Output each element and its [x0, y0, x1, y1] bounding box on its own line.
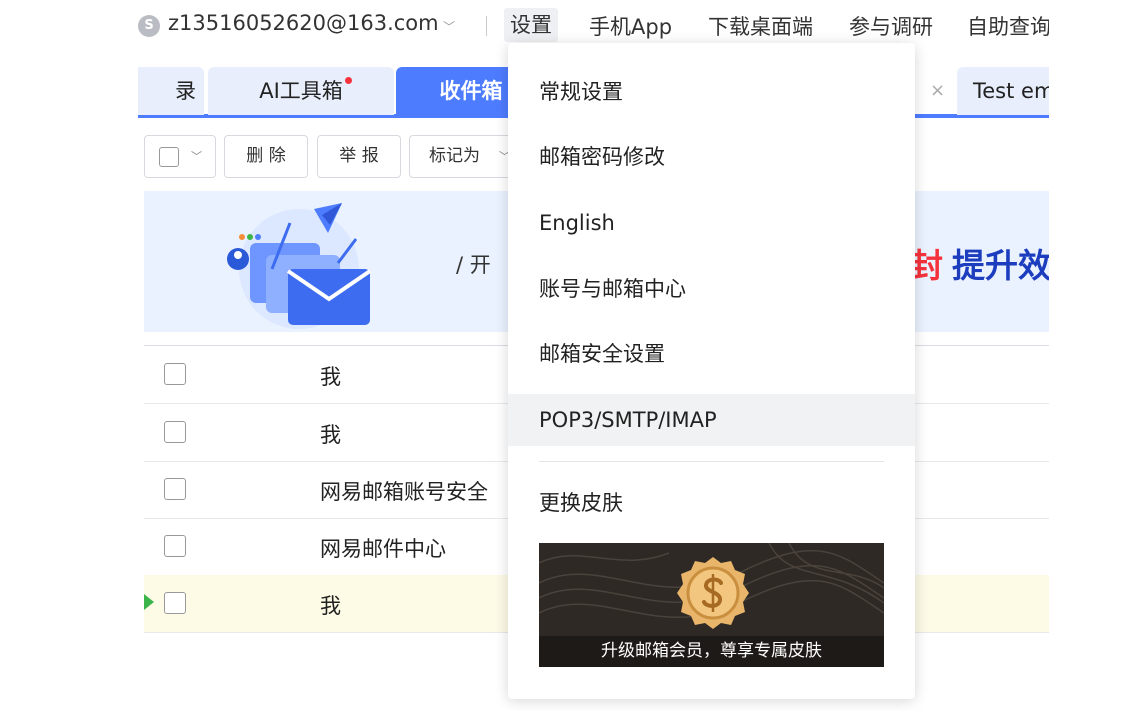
nav-download-desktop[interactable]: 下载桌面端 — [708, 11, 813, 41]
notification-dot-icon — [345, 77, 352, 84]
nav-mobile-app[interactable]: 手机App — [589, 11, 672, 41]
tab-test-email-label: Test em — [973, 79, 1049, 103]
menu-item-english[interactable]: English — [508, 197, 915, 249]
mail-client-window: S z13516052620@163.com ﹀ 设置 手机App 下载桌面端 … — [0, 0, 1145, 711]
row-checkbox[interactable] — [164, 363, 186, 385]
tab-previous-label: 录 — [175, 79, 196, 103]
menu-item-general-settings[interactable]: 常规设置 — [508, 66, 915, 118]
menu-item-change-password[interactable]: 邮箱密码修改 — [508, 131, 915, 183]
row-sender: 我 — [320, 594, 341, 618]
row-sender: 我 — [320, 423, 341, 447]
row-sender: 网易邮箱账号安全 — [320, 480, 488, 504]
tab-test-email[interactable]: Test em — [957, 67, 1049, 115]
menu-item-account-center[interactable]: 账号与邮箱中心 — [508, 263, 915, 315]
account-chevron-down-icon[interactable]: ﹀ — [443, 18, 455, 35]
report-button[interactable]: 举 报 — [317, 135, 401, 178]
menu-item-change-skin[interactable]: 更换皮肤 — [508, 477, 915, 529]
tab-ai-toolbox-label: AI工具箱 — [259, 79, 343, 103]
tab-close-icon[interactable]: × — [930, 67, 945, 115]
account-avatar-icon[interactable]: S — [138, 15, 160, 37]
row-checkbox[interactable] — [164, 478, 186, 500]
mark-as-label: 标记为 — [429, 146, 480, 166]
account-email[interactable]: z13516052620@163.com — [168, 11, 439, 35]
nav-survey[interactable]: 参与调研 — [849, 11, 933, 41]
mail-illustration-icon — [227, 203, 372, 329]
skin-promo-card[interactable]: 升级邮箱会员，尊享专属皮肤 — [539, 543, 884, 667]
menu-item-pop3-smtp-imap[interactable]: POP3/SMTP/IMAP — [508, 394, 915, 446]
banner-headline: 提升效 — [952, 246, 1049, 285]
row-checkbox[interactable] — [164, 592, 186, 614]
settings-dropdown-menu: 常规设置 邮箱密码修改 English 账号与邮箱中心 邮箱安全设置 POP3/… — [508, 43, 915, 699]
chevron-down-icon[interactable]: ﹀ — [191, 136, 202, 177]
nav-settings[interactable]: 设置 — [504, 8, 558, 42]
row-sender: 网易邮件中心 — [320, 537, 446, 561]
tab-inbox-label: 收件箱 — [439, 79, 503, 103]
nav-self-service[interactable]: 自助查询 — [967, 11, 1049, 41]
current-item-arrow-icon — [144, 594, 154, 610]
banner-subtitle: / 开 — [456, 253, 491, 277]
premium-coin-icon — [677, 557, 749, 629]
menu-divider — [539, 461, 884, 462]
menu-item-security-settings[interactable]: 邮箱安全设置 — [508, 328, 915, 380]
select-all-checkbox[interactable] — [159, 147, 179, 167]
row-sender: 我 — [320, 365, 341, 389]
delete-button[interactable]: 删 除 — [224, 135, 308, 178]
mark-as-button[interactable]: 标记为 ﹀ — [409, 135, 519, 178]
tab-previous[interactable]: 录 — [138, 67, 204, 115]
top-bar-divider — [486, 16, 487, 36]
row-checkbox[interactable] — [164, 535, 186, 557]
tab-ai-toolbox[interactable]: AI工具箱 — [208, 67, 394, 115]
promo-caption: 升级邮箱会员，尊享专属皮肤 — [539, 636, 884, 667]
row-checkbox[interactable] — [164, 421, 186, 443]
select-all-button[interactable]: ﹀ — [144, 135, 216, 178]
